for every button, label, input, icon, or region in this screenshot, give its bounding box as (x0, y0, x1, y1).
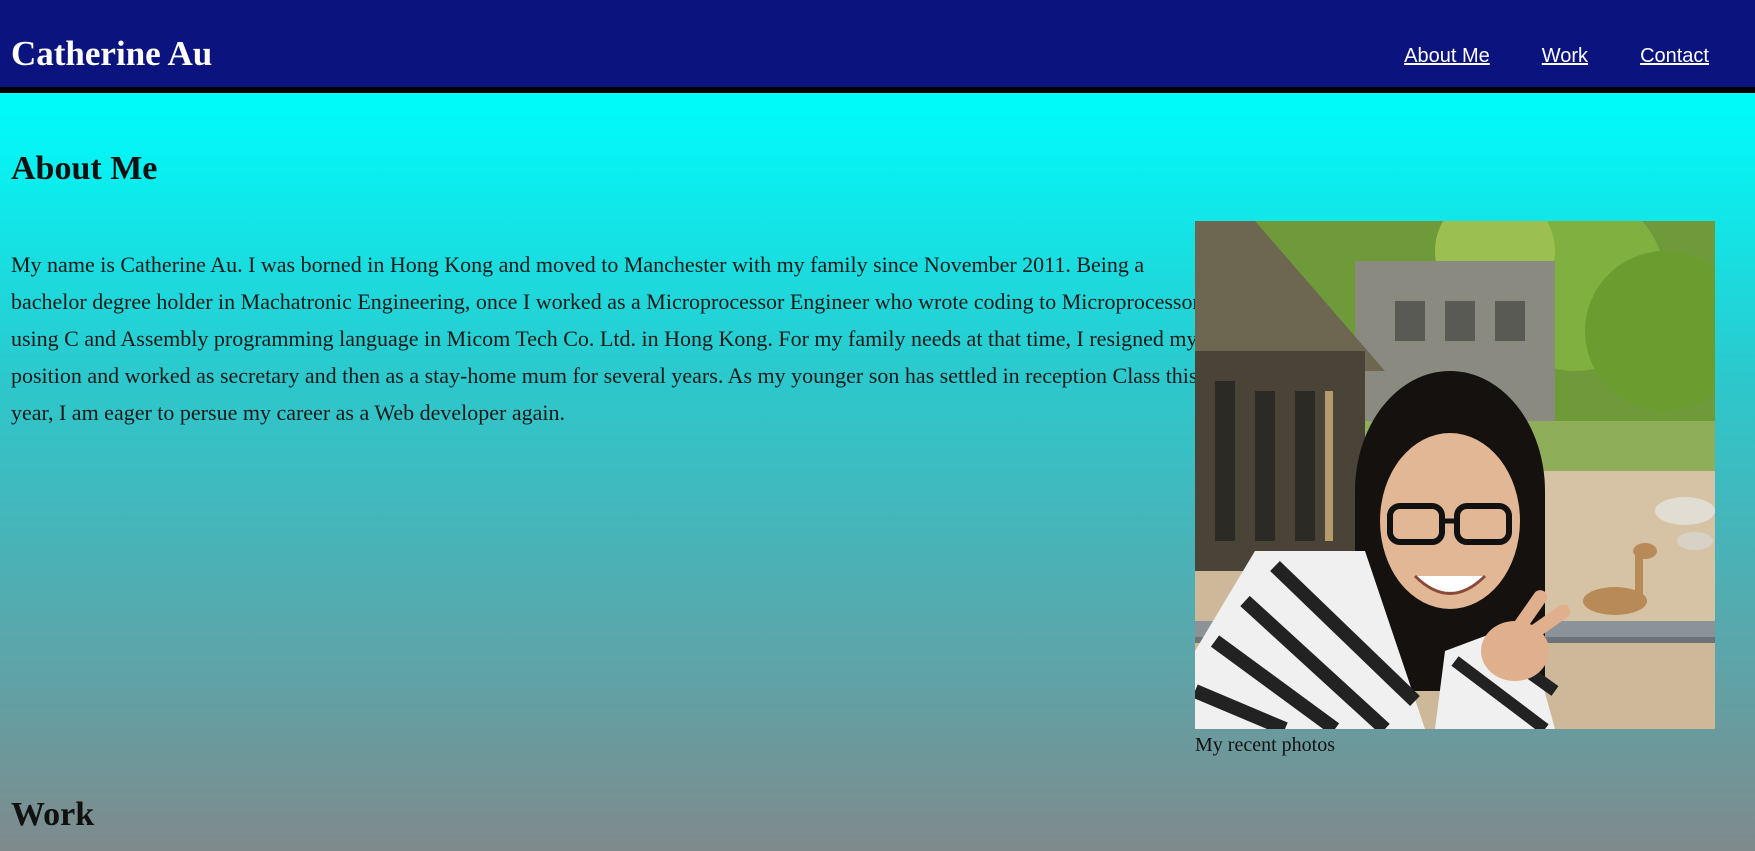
nav-link-contact[interactable]: Contact (1640, 46, 1709, 66)
about-heading: About Me (11, 150, 158, 187)
site-title: Catherine Au (11, 34, 213, 73)
photo-caption: My recent photos (1195, 734, 1335, 756)
main-nav: About Me Work Contact (1352, 46, 1709, 66)
profile-photo-figure: My recent photos (1195, 221, 1715, 757)
nav-link-about-me[interactable]: About Me (1404, 46, 1490, 66)
profile-photo (1195, 221, 1715, 729)
site-header: Catherine Au About Me Work Contact (0, 0, 1755, 93)
about-paragraph: My name is Catherine Au. I was borned in… (11, 252, 1200, 425)
work-heading: Work (11, 796, 95, 833)
nav-link-work[interactable]: Work (1542, 46, 1588, 66)
